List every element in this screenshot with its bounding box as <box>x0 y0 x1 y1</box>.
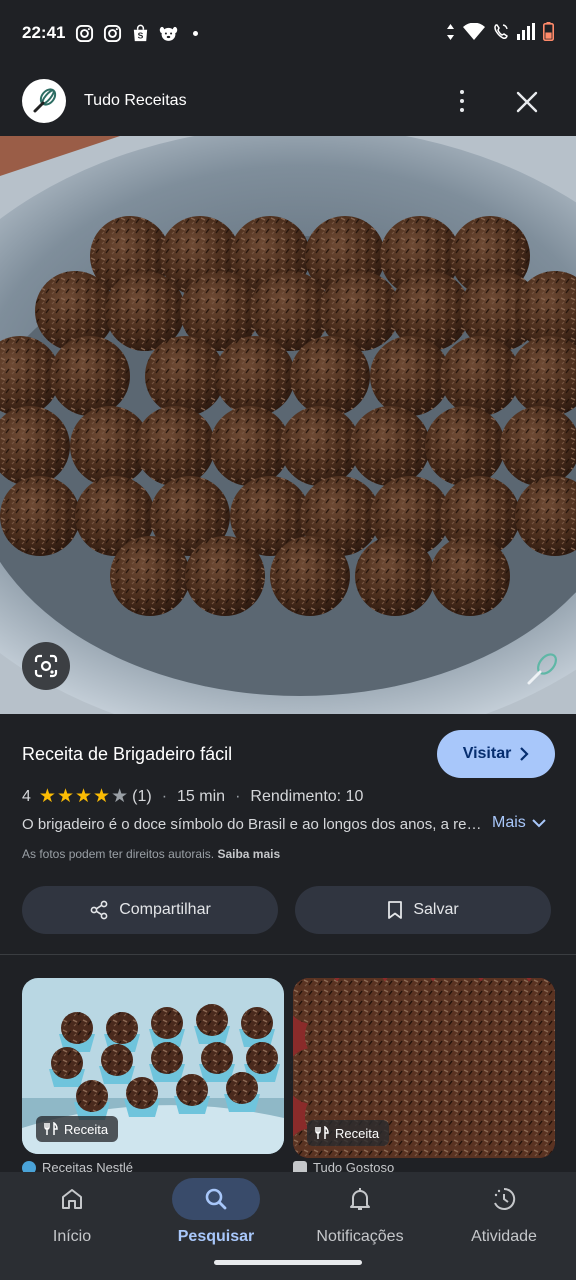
star-icon: ★ <box>93 786 111 807</box>
status-time: 22:41 <box>22 23 66 42</box>
nav-activity[interactable]: Atividade <box>432 1172 576 1280</box>
more-vert-icon[interactable] <box>450 88 474 114</box>
recipe-title[interactable]: Receita de Brigadeiro fácil <box>22 744 232 765</box>
wifi-calling-icon <box>493 23 509 45</box>
recipe-badge: Receita <box>307 1120 390 1146</box>
status-notification-icons: S <box>75 24 199 43</box>
data-arrows-icon <box>446 23 455 46</box>
visit-label: Visitar <box>462 745 512 762</box>
learn-more-link[interactable]: Saiba mais <box>217 847 280 861</box>
save-button[interactable]: Salvar <box>295 886 551 934</box>
more-label: Mais <box>492 814 526 831</box>
more-button[interactable]: Mais <box>492 814 546 832</box>
site-logo[interactable] <box>22 79 66 123</box>
home-indicator <box>214 1260 362 1265</box>
hero-image[interactable] <box>0 136 576 714</box>
share-icon <box>90 900 108 920</box>
instagram-icon <box>103 24 122 43</box>
site-name[interactable]: Tudo Receitas <box>84 92 187 110</box>
battery-low-icon <box>543 22 554 46</box>
related-results: Receita Receita Receitas Nestlé Tudo Gos… <box>0 978 576 1174</box>
related-card[interactable]: Receita <box>293 978 555 1158</box>
restaurant-icon <box>315 1126 329 1139</box>
star-icon: ★ <box>75 786 93 807</box>
home-icon <box>62 1189 82 1209</box>
nav-label: Notificações <box>316 1228 404 1245</box>
bell-icon <box>350 1188 370 1210</box>
nav-label: Pesquisar <box>177 1228 255 1245</box>
nav-icon-container <box>316 1178 404 1220</box>
shopee-icon: S <box>131 24 150 43</box>
close-icon[interactable] <box>513 88 541 116</box>
whisk-icon <box>527 653 557 685</box>
more-notifications-dot <box>193 30 199 36</box>
badge-label: Receita <box>64 1121 109 1137</box>
star-icon: ★ <box>111 786 129 807</box>
visit-button[interactable]: Visitar <box>437 730 555 778</box>
nav-icon-container <box>28 1178 116 1220</box>
save-label: Salvar <box>413 901 459 918</box>
nav-icon-container <box>460 1178 548 1220</box>
cook-time: 15 min <box>177 787 226 805</box>
nav-label: Início <box>52 1228 92 1245</box>
instagram-icon <box>75 24 94 43</box>
restaurant-icon <box>44 1122 58 1135</box>
whisk-icon <box>33 88 57 113</box>
chevron-right-icon <box>520 747 529 761</box>
search-icon <box>205 1188 227 1210</box>
app-bar: Tudo Receitas <box>0 66 576 136</box>
badge-label: Receita <box>335 1125 380 1141</box>
related-card[interactable]: Receita <box>22 978 284 1154</box>
share-button[interactable]: Compartilhar <box>22 886 278 934</box>
pet-app-icon <box>159 24 178 43</box>
copyright-text: As fotos podem ter direitos autorais. <box>22 847 215 861</box>
recipe-badge: Receita <box>36 1116 119 1142</box>
nav-label: Atividade <box>471 1228 537 1245</box>
recipe-meta: 4 ★ ★ ★ ★ ★ (1) · 15 min · Rendimento: 10 <box>22 787 363 806</box>
rating-count: (1) <box>132 787 152 805</box>
share-label: Compartilhar <box>119 901 211 918</box>
copyright-notice: As fotos podem ter direitos autorais. Sa… <box>22 847 280 861</box>
nav-icon-container <box>172 1178 260 1220</box>
status-bar: 22:41 S <box>0 0 576 66</box>
recipe-description: O brigadeiro é o doce símbolo do Brasil … <box>22 816 482 833</box>
google-lens-icon <box>34 654 58 678</box>
google-lens-button[interactable] <box>22 642 70 690</box>
rating-stars: ★ ★ ★ ★ ★ <box>39 787 128 806</box>
wifi-icon <box>463 22 485 45</box>
activity-icon <box>494 1187 516 1210</box>
brigadeiro-tray-photo <box>0 136 576 714</box>
nav-home[interactable]: Início <box>0 1172 144 1280</box>
svg-text:S: S <box>138 30 144 40</box>
star-icon: ★ <box>56 786 74 807</box>
separator-dot: · <box>161 787 168 805</box>
chevron-down-icon <box>532 819 546 828</box>
status-system-icons <box>446 22 554 46</box>
star-icon: ★ <box>38 786 56 807</box>
recipe-info-panel: Receita de Brigadeiro fácil Visitar 4 ★ ★… <box>0 714 576 954</box>
signal-icon <box>517 23 535 45</box>
separator-dot: · <box>235 787 241 805</box>
bookmark-icon <box>388 901 403 919</box>
divider <box>0 954 576 955</box>
recipe-yield: Rendimento: 10 <box>250 787 364 805</box>
rating-value: 4 <box>22 787 31 805</box>
